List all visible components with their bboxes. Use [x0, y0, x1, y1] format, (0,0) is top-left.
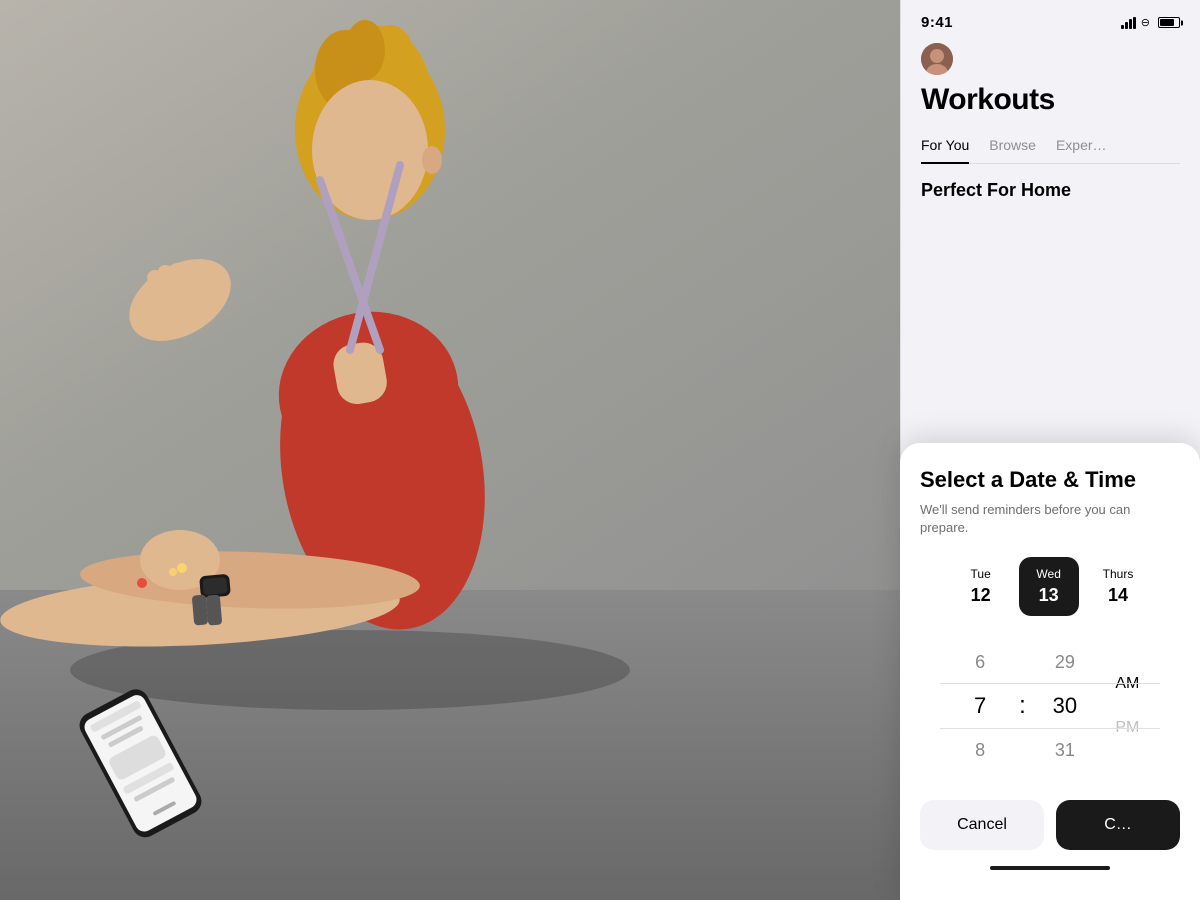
minute-column[interactable]: 29 30 31	[1030, 640, 1100, 772]
date-cell-tue[interactable]: Tue 12	[951, 557, 1011, 616]
hour-item-next: 8	[945, 728, 1015, 772]
modal-title: Select a Date & Time	[920, 467, 1180, 493]
app-title: Workouts	[921, 83, 1180, 117]
tab-browse[interactable]: Browse	[989, 129, 1036, 163]
hour-item-selected: 7	[945, 684, 1015, 728]
status-bar: 9:41 ⊖	[901, 0, 1200, 39]
tab-for-you[interactable]: For You	[921, 129, 969, 163]
minute-item-selected: 30	[1030, 684, 1100, 728]
avatar[interactable]	[921, 43, 953, 75]
status-time: 9:41	[921, 14, 953, 31]
nav-tabs: For You Browse Exper…	[921, 129, 1180, 164]
wifi-icon: ⊖	[1141, 16, 1150, 29]
minute-item-next: 31	[1030, 728, 1100, 772]
confirm-label: C…	[1104, 816, 1132, 833]
date-cell-thu[interactable]: Thurs 14	[1087, 557, 1150, 616]
signal-icon	[1121, 17, 1136, 29]
hour-item-prev: 6	[945, 640, 1015, 684]
date-cell-wed[interactable]: Wed 13	[1019, 557, 1079, 616]
battery-icon	[1158, 17, 1180, 28]
cancel-button[interactable]: Cancel	[920, 800, 1044, 850]
ampm-am: AM	[1100, 662, 1155, 706]
time-picker: 6 7 8 : 29 30 31	[920, 636, 1180, 776]
ampm-pm: PM	[1100, 706, 1155, 750]
confirm-button[interactable]: C…	[1056, 800, 1180, 850]
app-header: Workouts For You Browse Exper…	[901, 39, 1200, 164]
hour-column[interactable]: 6 7 8	[945, 640, 1015, 772]
section-title: Perfect For Home	[921, 180, 1180, 201]
minute-item-prev: 29	[1030, 640, 1100, 684]
action-buttons: Cancel C…	[920, 800, 1180, 850]
ampm-column[interactable]: AM PM	[1100, 662, 1155, 750]
status-icons: ⊖	[1121, 16, 1180, 29]
home-indicator	[990, 866, 1110, 870]
date-picker: Tue 12 Wed 13 Thurs 14	[920, 557, 1180, 616]
time-separator: :	[1015, 684, 1030, 728]
modal-subtitle: We'll send reminders before you can prep…	[920, 501, 1180, 537]
section-header: Perfect For Home	[901, 164, 1200, 211]
date-time-modal: Select a Date & Time We'll send reminder…	[900, 443, 1200, 900]
tab-expert[interactable]: Exper…	[1056, 129, 1107, 163]
